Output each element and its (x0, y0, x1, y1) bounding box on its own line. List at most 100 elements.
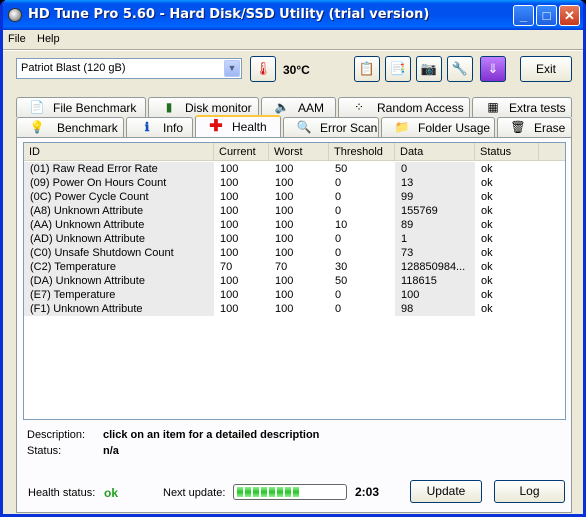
cell-id: (A8) Unknown Attribute (24, 204, 214, 218)
table-row[interactable]: (09) Power On Hours Count 100 100 0 13 ok (24, 176, 565, 190)
close-button[interactable]: ✕ (559, 5, 580, 26)
cell-id: (DA) Unknown Attribute (24, 274, 214, 288)
cell-worst: 100 (275, 191, 294, 203)
cell-current: 100 (220, 205, 239, 217)
temperature-readout: 30°C (283, 63, 310, 77)
exit-button[interactable]: Exit (520, 56, 572, 82)
cell-worst: 100 (275, 233, 294, 245)
table-row[interactable]: (DA) Unknown Attribute 100 100 50 118615 ok (24, 274, 565, 288)
cell-status: ok (481, 219, 493, 231)
file-benchmark-icon: 📄 (29, 100, 45, 114)
progress-block (269, 487, 275, 497)
column-header-data[interactable]: Data (395, 143, 475, 161)
table-row[interactable]: (AA) Unknown Attribute 100 100 10 89 ok (24, 218, 565, 232)
tab-error-scan[interactable]: 🔍 Error Scan (283, 117, 379, 137)
disk-monitor-icon: ▮ (165, 100, 173, 114)
column-header-worst[interactable]: Worst (269, 143, 329, 161)
cell-worst: 100 (275, 163, 294, 175)
tab-file-benchmark[interactable]: 📄 File Benchmark (16, 97, 146, 117)
folder-icon: 📁 (394, 120, 410, 134)
cell-id: (AA) Unknown Attribute (24, 218, 214, 232)
tab-info[interactable]: ℹ Info (126, 117, 193, 137)
cell-worst: 100 (275, 205, 294, 217)
cell-threshold: 0 (335, 205, 342, 217)
title-bar[interactable]: HD Tune Pro 5.60 - Hard Disk/SSD Utility… (3, 0, 583, 30)
cell-id: (C2) Temperature (24, 260, 214, 274)
copy-all-icon[interactable]: 📑 (385, 56, 411, 82)
tab-disk-monitor[interactable]: ▮ Disk monitor (148, 97, 259, 117)
tab-extra-tests[interactable]: ▦ Extra tests (472, 97, 572, 117)
table-row[interactable]: (C0) Unsafe Shutdown Count 100 100 0 73 ok (24, 246, 565, 260)
cell-data: 128850984... (395, 260, 475, 274)
cell-worst: 100 (275, 247, 294, 259)
update-button[interactable]: Update (410, 480, 482, 503)
tab-health[interactable]: ✚ Health (195, 115, 281, 137)
tab-folder-usage[interactable]: 📁 Folder Usage (381, 117, 495, 137)
smart-attributes-table[interactable]: ID Current Worst Threshold Data Status (… (23, 142, 566, 420)
speaker-icon: 🔈 (274, 100, 290, 114)
table-row[interactable]: (C2) Temperature 70 70 30 128850984... ok (24, 260, 565, 274)
options-wrench-icon[interactable]: 🔧 (447, 56, 473, 82)
table-row[interactable]: (0C) Power Cycle Count 100 100 0 99 ok (24, 190, 565, 204)
drive-dropdown[interactable]: Patriot Blast (120 gB) ▼ (16, 58, 242, 79)
table-row[interactable]: (F1) Unknown Attribute 100 100 0 98 ok (24, 302, 565, 316)
maximize-button[interactable]: □ (536, 5, 557, 26)
chevron-down-icon[interactable]: ▼ (224, 60, 240, 77)
trash-icon: 🗑 (510, 120, 526, 134)
tab-random-access[interactable]: ⁘ Random Access (338, 97, 470, 117)
random-access-icon: ⁘ (353, 100, 365, 114)
cell-threshold: 10 (335, 219, 348, 231)
cell-data: 1 (395, 232, 475, 246)
health-panel: ID Current Worst Threshold Data Status (… (16, 137, 572, 513)
thermometer-icon[interactable]: 🌡 (250, 56, 276, 82)
table-row[interactable]: (01) Raw Read Error Rate 100 100 50 0 ok (24, 162, 565, 176)
cell-worst: 70 (275, 261, 288, 273)
column-header-current[interactable]: Current (214, 143, 269, 161)
drive-dropdown-value: Patriot Blast (120 gB) (21, 62, 126, 74)
cell-data: 100 (395, 288, 475, 302)
description-label: Description: (27, 429, 86, 441)
log-button[interactable]: Log (494, 480, 565, 503)
column-header-status[interactable]: Status (475, 143, 539, 161)
health-status-value: ok (104, 486, 119, 500)
cell-data: 118615 (395, 274, 475, 288)
cell-data: 99 (395, 190, 475, 204)
menu-file[interactable]: File (8, 33, 26, 45)
cell-id: (F1) Unknown Attribute (24, 302, 214, 316)
menu-help[interactable]: Help (37, 33, 60, 45)
next-update-label: Next update: (163, 487, 226, 499)
progress-block (285, 487, 291, 497)
tab-aam[interactable]: 🔈 AAM (261, 97, 336, 117)
cell-threshold: 0 (335, 303, 342, 315)
window-title: HD Tune Pro 5.60 - Hard Disk/SSD Utility… (28, 7, 430, 22)
progress-fill (237, 487, 301, 497)
cell-current: 100 (220, 247, 239, 259)
cell-current: 100 (220, 219, 239, 231)
progress-block (253, 487, 259, 497)
status-label: Status: (27, 445, 62, 457)
download-arrow-icon[interactable]: ⇓ (480, 56, 506, 82)
cell-worst: 100 (275, 289, 294, 301)
next-update-progress (233, 484, 347, 500)
table-row[interactable]: (E7) Temperature 100 100 0 100 ok (24, 288, 565, 302)
cell-current: 100 (220, 275, 239, 287)
cell-status: ok (481, 191, 493, 203)
next-update-countdown: 2:03 (355, 485, 380, 499)
description-value: click on an item for a detailed descript… (103, 429, 320, 441)
column-header-threshold[interactable]: Threshold (329, 143, 395, 161)
cell-current: 100 (220, 177, 239, 189)
cell-current: 100 (220, 233, 239, 245)
camera-icon[interactable]: 📷 (416, 56, 442, 82)
cell-status: ok (481, 261, 493, 273)
copy-text-icon[interactable]: 📋 (354, 56, 380, 82)
table-row[interactable]: (A8) Unknown Attribute 100 100 0 155769 ok (24, 204, 565, 218)
cell-threshold: 30 (335, 261, 348, 273)
minimize-button[interactable]: _ (513, 5, 534, 26)
cell-status: ok (481, 177, 493, 189)
cell-threshold: 0 (335, 177, 342, 189)
cell-threshold: 0 (335, 247, 342, 259)
tab-benchmark[interactable]: 💡 Benchmark (16, 117, 124, 137)
table-row[interactable]: (AD) Unknown Attribute 100 100 0 1 ok (24, 232, 565, 246)
tab-erase[interactable]: 🗑 Erase (497, 117, 572, 137)
column-header-id[interactable]: ID (24, 143, 214, 161)
